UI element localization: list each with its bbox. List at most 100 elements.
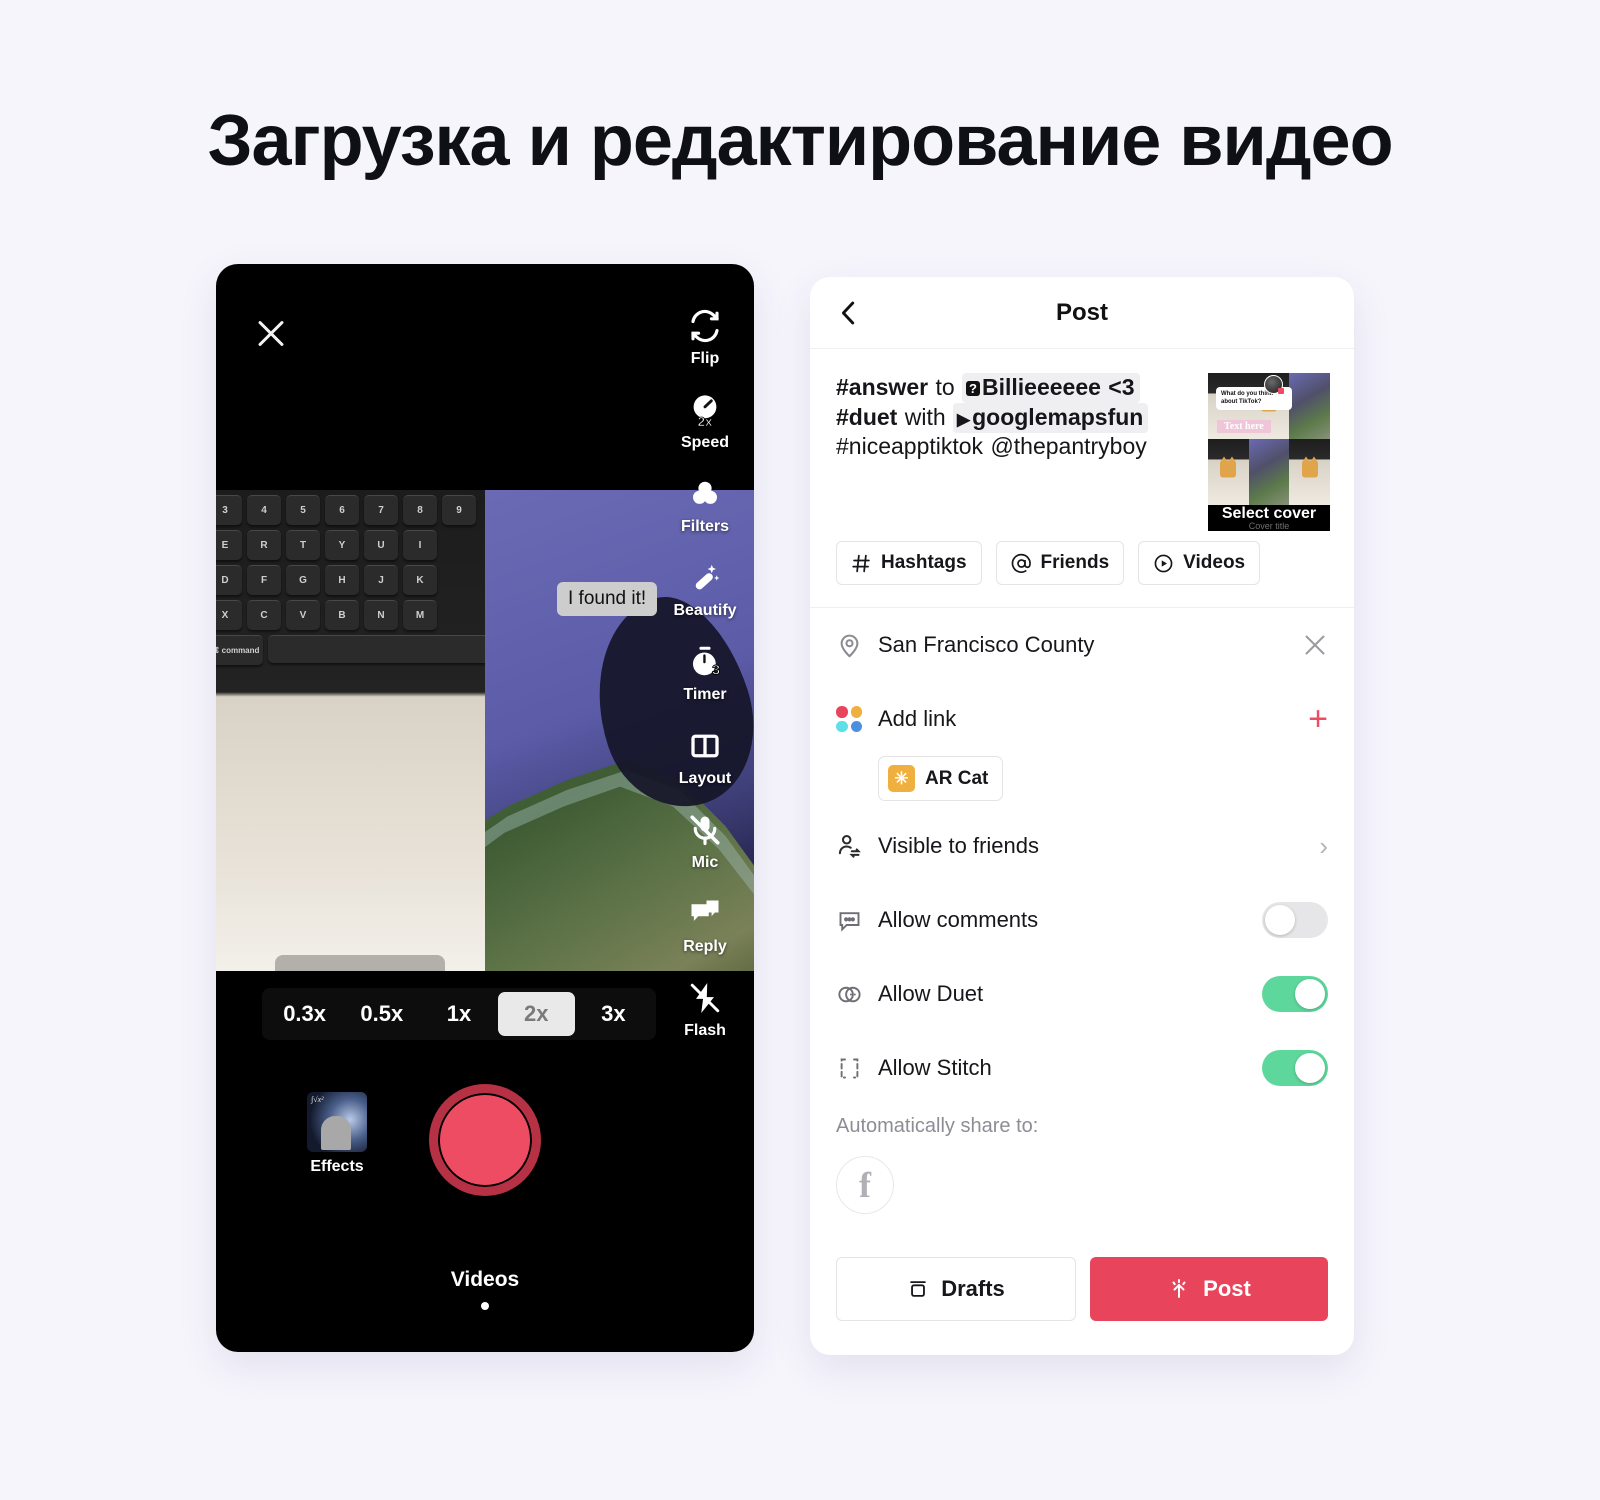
- head-graphic: [321, 1116, 351, 1150]
- caption-input[interactable]: #answer to ? Billieeeeee <3 #duet with ▶g…: [836, 373, 1176, 460]
- visibility-row[interactable]: Visible to friends ›: [836, 809, 1328, 883]
- post-screen: Post #answer to ? Billieeeeee <3 #duet wi…: [810, 277, 1354, 1355]
- reply-badge-icon: ?: [966, 381, 980, 397]
- key: H: [325, 565, 359, 595]
- key: N: [364, 600, 398, 630]
- friends-chip[interactable]: Friends: [995, 541, 1125, 585]
- text-sticker[interactable]: I found it!: [557, 582, 658, 616]
- clear-location-icon[interactable]: [1302, 632, 1328, 658]
- allow-stitch-toggle[interactable]: [1262, 1050, 1328, 1086]
- key: I: [403, 530, 437, 560]
- allow-duet-row[interactable]: Allow Duet: [836, 957, 1328, 1031]
- speed-option-1x[interactable]: 1x: [420, 992, 497, 1036]
- chip-label: Friends: [1040, 552, 1110, 573]
- allow-comments-label: Allow comments: [878, 907, 1039, 932]
- allow-comments-toggle[interactable]: [1262, 902, 1328, 938]
- magic-wand-icon: [664, 558, 746, 598]
- key: T: [286, 530, 320, 560]
- command-key: ⌘ command: [216, 635, 263, 665]
- speed-option-0.3x[interactable]: 0.3x: [266, 992, 343, 1036]
- flip-camera-icon: [664, 306, 746, 346]
- tool-timer[interactable]: 3 Timer: [664, 642, 746, 704]
- caption-word-to: to: [935, 374, 955, 400]
- tool-flash[interactable]: Flash: [664, 978, 746, 1040]
- videos-chip[interactable]: Videos: [1138, 541, 1261, 585]
- video-half-keyboard: 3 4 5 6 7 8 9 E R T Y U I D F G H J K X …: [216, 490, 485, 971]
- flash-off-icon: [664, 978, 746, 1018]
- keyboard-row: X C V B N M: [216, 595, 485, 630]
- key: K: [403, 565, 437, 595]
- add-link-row[interactable]: Add link +: [836, 682, 1328, 756]
- select-cover-thumbnail[interactable]: What do you think about TikTok? Text her…: [1208, 373, 1330, 531]
- post-header: Post: [810, 277, 1354, 349]
- trackpad-notch: [275, 955, 446, 971]
- ar-cat-chip[interactable]: ✳ AR Cat: [878, 756, 1004, 801]
- key: 4: [247, 495, 281, 525]
- key: E: [216, 530, 242, 560]
- caption-mention-user[interactable]: @thepantryboy: [990, 433, 1146, 459]
- tab-videos[interactable]: Videos: [216, 1268, 754, 1292]
- allow-duet-toggle[interactable]: [1262, 976, 1328, 1012]
- key: X: [216, 600, 242, 630]
- speed-option-2x[interactable]: 2x: [497, 992, 575, 1036]
- caption-hashtag-duet[interactable]: #duet: [836, 404, 897, 430]
- key: 7: [364, 495, 398, 525]
- select-cover-bar[interactable]: Select cover Cover title: [1208, 505, 1330, 531]
- layout-icon: [664, 726, 746, 766]
- text-sticker: Text here: [1217, 420, 1271, 433]
- timer-badge: 3: [712, 663, 720, 679]
- chevron-right-icon[interactable]: ›: [1319, 831, 1328, 862]
- keyboard-row: D F G H J K: [216, 560, 485, 595]
- cover-frame: [1208, 439, 1249, 505]
- tool-filters[interactable]: Filters: [664, 474, 746, 536]
- camera-toolbar: Flip 2x Speed Filters Beautify 3 Timer L…: [664, 306, 746, 1062]
- caption-hashtag-answer[interactable]: #answer: [836, 374, 928, 400]
- drafts-icon: [907, 1278, 929, 1300]
- facebook-icon[interactable]: f: [836, 1156, 894, 1214]
- tool-mic[interactable]: Mic: [664, 810, 746, 872]
- caption-hashtag-nice[interactable]: #niceapptiktok: [836, 433, 983, 459]
- back-chevron-icon[interactable]: [834, 298, 864, 328]
- close-icon[interactable]: [254, 316, 288, 350]
- effects-button[interactable]: ∫√x² Effects: [291, 1092, 383, 1176]
- four-dots-icon: [836, 706, 878, 732]
- record-button[interactable]: [429, 1084, 541, 1196]
- caption-mention-chip[interactable]: ? Billieeeeee <3: [962, 373, 1140, 404]
- speed-option-3x[interactable]: 3x: [575, 992, 652, 1036]
- hashtag-icon: [851, 553, 872, 574]
- plus-icon[interactable]: +: [1308, 702, 1328, 736]
- hashtags-chip[interactable]: Hashtags: [836, 541, 982, 585]
- tool-speed[interactable]: 2x Speed: [664, 390, 746, 452]
- speed-option-0.5x[interactable]: 0.5x: [343, 992, 420, 1036]
- caption-video-chip[interactable]: ▶googlemapsfun: [953, 403, 1149, 434]
- speed-badge: 2x: [698, 414, 713, 429]
- tool-layout[interactable]: Layout: [664, 726, 746, 788]
- location-row[interactable]: San Francisco County: [836, 608, 1328, 682]
- visibility-label: Visible to friends: [878, 833, 1040, 858]
- cover-frame: [1289, 439, 1330, 505]
- cover-frame: [1248, 439, 1290, 505]
- speed-selector[interactable]: 0.3x 0.5x 1x 2x 3x: [262, 988, 656, 1040]
- caption-section: #answer to ? Billieeeeee <3 #duet with ▶g…: [810, 349, 1354, 541]
- keyboard-row: E R T Y U I: [216, 525, 485, 560]
- allow-comments-row[interactable]: Allow comments: [836, 883, 1328, 957]
- camera-mode-tabs: Videos: [216, 1268, 754, 1310]
- keyboard-row: 3 4 5 6 7 8 9: [216, 490, 485, 525]
- tool-label: Layout: [678, 770, 732, 787]
- tool-flip[interactable]: Flip: [664, 306, 746, 368]
- auto-share-label: Automatically share to:: [836, 1115, 1039, 1137]
- key: C: [247, 600, 281, 630]
- key: G: [286, 565, 320, 595]
- key: U: [364, 530, 398, 560]
- tool-label: Beautify: [673, 602, 737, 619]
- allow-stitch-row[interactable]: Allow Stitch: [836, 1031, 1328, 1105]
- effects-thumbnail: ∫√x²: [307, 1092, 367, 1152]
- keyboard-row: ⌘ command: [216, 630, 485, 665]
- tool-beautify[interactable]: Beautify: [664, 558, 746, 620]
- drafts-button[interactable]: Drafts: [836, 1257, 1076, 1321]
- cover-frame: [1289, 373, 1330, 439]
- tool-reply[interactable]: Reply: [664, 894, 746, 956]
- post-button[interactable]: Post: [1090, 1257, 1328, 1321]
- key: 3: [216, 495, 242, 525]
- reply-icon: [664, 894, 746, 934]
